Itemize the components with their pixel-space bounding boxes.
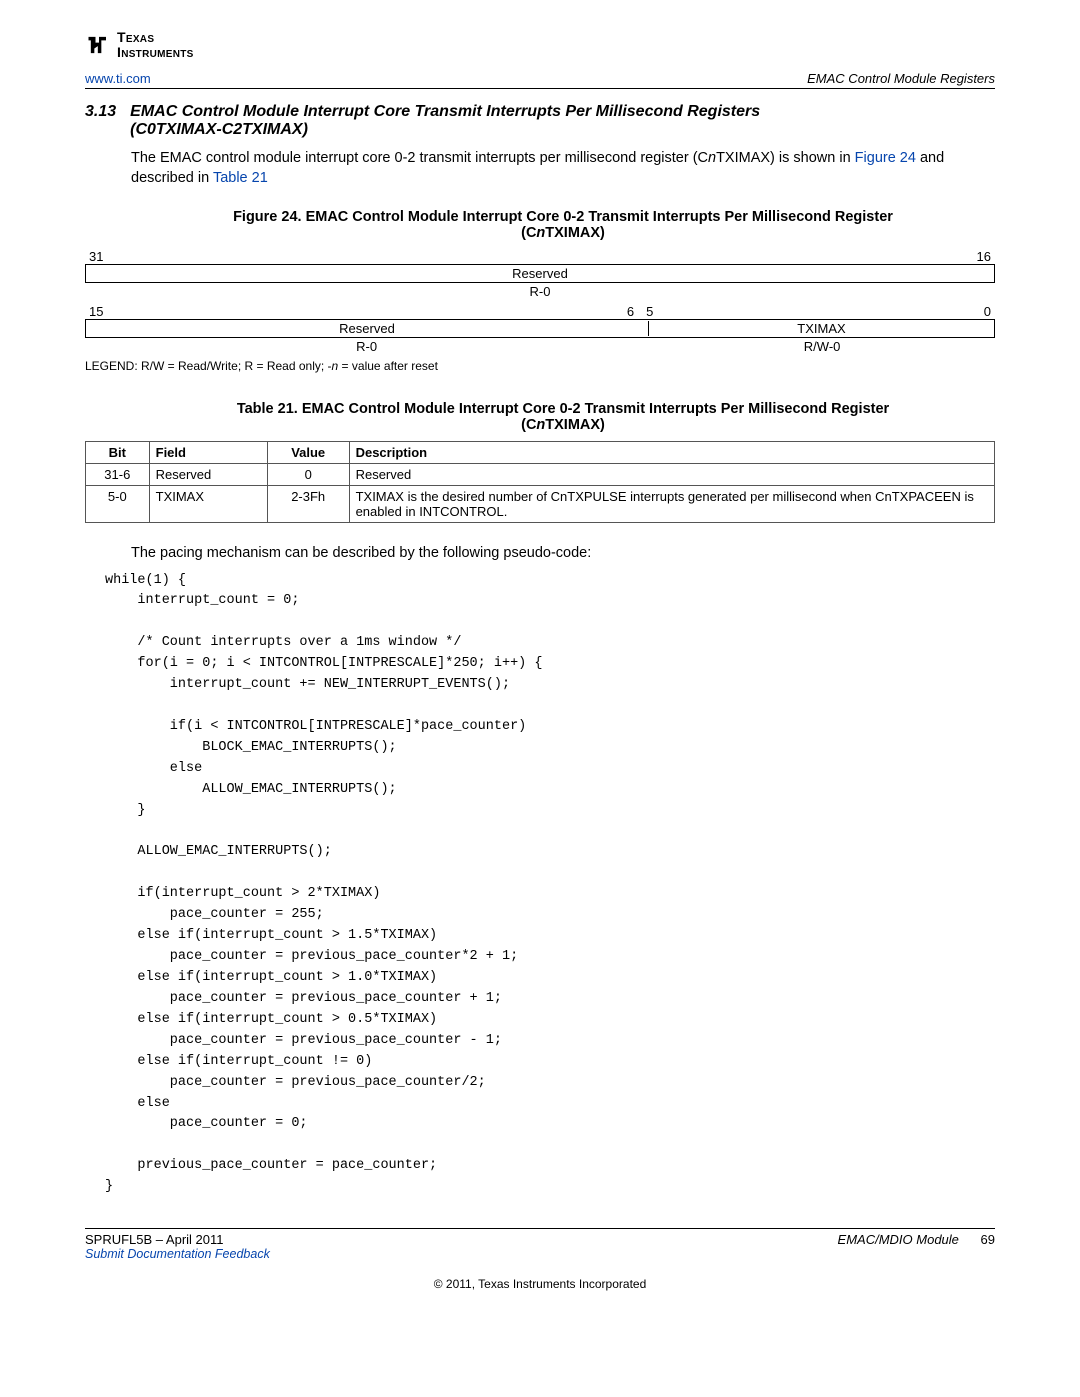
- bit-15: 15: [85, 304, 112, 319]
- footer-row: SPRUFL5B – April 2011 EMAC/MDIO Module 6…: [85, 1232, 995, 1247]
- register-diagram: 31 16 Reserved R-0 15 6 5 0 Reserved TXI…: [85, 249, 995, 355]
- td-bit: 5-0: [86, 485, 150, 522]
- submit-feedback-link[interactable]: Submit Documentation Feedback: [85, 1247, 270, 1261]
- bit-0: 0: [676, 304, 995, 319]
- td-field: Reserved: [149, 463, 267, 485]
- pseudo-code-block: while(1) { interrupt_count = 0; /* Count…: [105, 571, 995, 1199]
- th-description: Description: [349, 441, 994, 463]
- td-value: 2-3Fh: [267, 485, 349, 522]
- bit-16: 16: [977, 249, 991, 264]
- bit-6: 6: [112, 304, 640, 319]
- reg-tximax-field: TXIMAX: [649, 321, 994, 336]
- page-header: www.ti.com EMAC Control Module Registers: [85, 71, 995, 89]
- reg-rw-15-6: R-0: [85, 339, 649, 354]
- footer-rule: [85, 1228, 995, 1229]
- footer-page-number: 69: [981, 1232, 995, 1247]
- reg-rw-5-0: R/W-0: [649, 339, 995, 354]
- intro-paragraph: The EMAC control module interrupt core 0…: [131, 149, 995, 188]
- figure-caption: Figure 24. EMAC Control Module Interrupt…: [131, 209, 995, 241]
- th-bit: Bit: [86, 441, 150, 463]
- logo: Texas Instruments: [85, 30, 995, 59]
- reg-rw-31-16: R-0: [85, 284, 995, 299]
- header-url-link[interactable]: www.ti.com: [85, 71, 151, 86]
- table-caption: Table 21. EMAC Control Module Interrupt …: [131, 401, 995, 433]
- td-field: TXIMAX: [149, 485, 267, 522]
- logo-text: Texas Instruments: [117, 30, 194, 59]
- pseudo-code-intro: The pacing mechanism can be described by…: [131, 545, 995, 561]
- register-legend: LEGEND: R/W = Read/Write; R = Read only;…: [85, 359, 995, 373]
- th-value: Value: [267, 441, 349, 463]
- th-field: Field: [149, 441, 267, 463]
- section-title: EMAC Control Module Interrupt Core Trans…: [130, 103, 760, 139]
- td-description: TXIMAX is the desired number of CnTXPULS…: [349, 485, 994, 522]
- header-chapter: EMAC Control Module Registers: [807, 71, 995, 86]
- td-value: 0: [267, 463, 349, 485]
- table-21-link[interactable]: Table 21: [213, 170, 268, 186]
- table-header-row: Bit Field Value Description: [86, 441, 995, 463]
- field-description-table: Bit Field Value Description 31-6 Reserve…: [85, 441, 995, 523]
- td-bit: 31-6: [86, 463, 150, 485]
- reg-reserved-15-6: Reserved: [86, 321, 649, 336]
- section-heading: 3.13 EMAC Control Module Interrupt Core …: [85, 103, 995, 139]
- bit-5: 5: [640, 304, 676, 319]
- table-row: 31-6 Reserved 0 Reserved: [86, 463, 995, 485]
- footer-module: EMAC/MDIO Module: [838, 1232, 959, 1247]
- ti-logo-icon: [85, 31, 113, 59]
- reg-reserved-31-16: Reserved: [86, 266, 994, 281]
- copyright: © 2011, Texas Instruments Incorporated: [85, 1277, 995, 1291]
- footer-docid: SPRUFL5B – April 2011: [85, 1232, 224, 1247]
- td-description: Reserved: [349, 463, 994, 485]
- bit-31: 31: [89, 249, 103, 264]
- table-row: 5-0 TXIMAX 2-3Fh TXIMAX is the desired n…: [86, 485, 995, 522]
- figure-24-link[interactable]: Figure 24: [855, 150, 916, 166]
- section-number: 3.13: [85, 103, 116, 139]
